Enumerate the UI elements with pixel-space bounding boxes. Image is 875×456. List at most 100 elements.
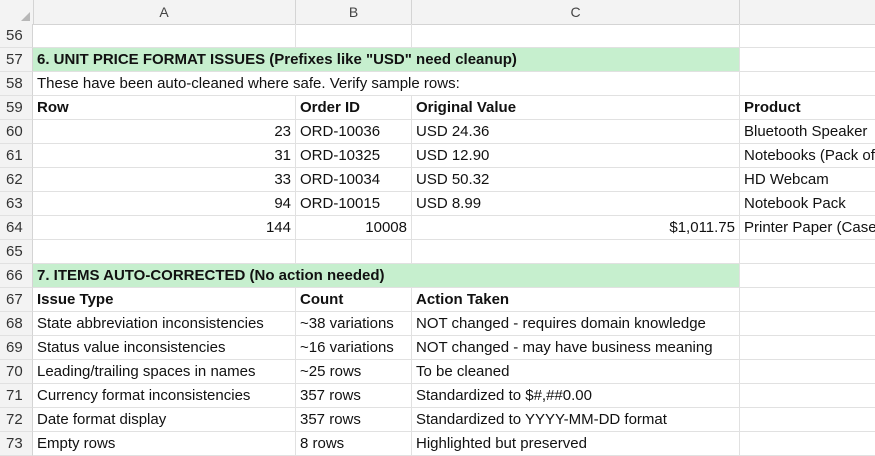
row-header[interactable]: 66 <box>0 264 33 288</box>
cell[interactable] <box>740 432 875 456</box>
select-all-triangle-icon <box>21 12 30 21</box>
cell[interactable] <box>740 288 875 312</box>
cell[interactable] <box>740 312 875 336</box>
cell[interactable] <box>740 48 875 72</box>
cell[interactable]: Notebook Pack <box>740 192 875 216</box>
cell[interactable]: Empty rows <box>33 432 296 456</box>
cell[interactable] <box>412 240 740 264</box>
cell[interactable]: State abbreviation inconsistencies <box>33 312 296 336</box>
cell[interactable]: 357 rows <box>296 384 412 408</box>
table-header-cell[interactable]: Product <box>740 96 875 120</box>
sheet-row: 59 Row Order ID Original Value Product <box>0 96 875 120</box>
row-header[interactable]: 64 <box>0 216 33 240</box>
row-header[interactable]: 56 <box>0 24 33 48</box>
row-header[interactable]: 73 <box>0 432 33 456</box>
cell[interactable] <box>740 384 875 408</box>
cell[interactable]: ~25 rows <box>296 360 412 384</box>
cell[interactable] <box>33 240 296 264</box>
row-header[interactable]: 59 <box>0 96 33 120</box>
cell[interactable]: 33 <box>33 168 296 192</box>
table-header-cell[interactable]: Original Value <box>412 96 740 120</box>
cell[interactable]: ~16 variations <box>296 336 412 360</box>
row-header[interactable]: 68 <box>0 312 33 336</box>
row-header[interactable]: 70 <box>0 360 33 384</box>
row-header[interactable]: 60 <box>0 120 33 144</box>
cell[interactable]: 94 <box>33 192 296 216</box>
cell[interactable]: Currency format inconsistencies <box>33 384 296 408</box>
sheet-row: 62 33 ORD-10034 USD 50.32 HD Webcam <box>0 168 875 192</box>
cell[interactable] <box>740 264 875 288</box>
cell[interactable]: 23 <box>33 120 296 144</box>
cell[interactable] <box>33 24 296 48</box>
sheet-row: 68 State abbreviation inconsistencies ~3… <box>0 312 875 336</box>
sheet-row: 60 23 ORD-10036 USD 24.36 Bluetooth Spea… <box>0 120 875 144</box>
cell[interactable]: Printer Paper (Case <box>740 216 875 240</box>
select-all-button[interactable] <box>0 0 34 24</box>
sheet-row: 61 31 ORD-10325 USD 12.90 Notebooks (Pac… <box>0 144 875 168</box>
cell[interactable] <box>740 408 875 432</box>
sheet-row: 67 Issue Type Count Action Taken <box>0 288 875 312</box>
row-header[interactable]: 67 <box>0 288 33 312</box>
column-header-c[interactable]: C <box>412 0 740 24</box>
cell[interactable]: USD 12.90 <box>412 144 740 168</box>
cell[interactable]: Standardized to $#,##0.00 <box>412 384 740 408</box>
column-header-row: A B C <box>0 0 875 25</box>
sheet-row: 56 <box>0 24 875 48</box>
cell[interactable]: USD 50.32 <box>412 168 740 192</box>
cell[interactable]: ORD-10325 <box>296 144 412 168</box>
cell[interactable]: 10008 <box>296 216 412 240</box>
sheet-row: 70 Leading/trailing spaces in names ~25 … <box>0 360 875 384</box>
sheet-row: 63 94 ORD-10015 USD 8.99 Notebook Pack <box>0 192 875 216</box>
cell[interactable]: 31 <box>33 144 296 168</box>
cell[interactable]: Highlighted but preserved <box>412 432 740 456</box>
cell[interactable] <box>412 24 740 48</box>
cell[interactable]: $1,011.75 <box>412 216 740 240</box>
cell[interactable] <box>740 240 875 264</box>
cell[interactable]: 8 rows <box>296 432 412 456</box>
column-header-d[interactable] <box>740 0 875 24</box>
cell[interactable]: USD 24.36 <box>412 120 740 144</box>
cell[interactable]: USD 8.99 <box>412 192 740 216</box>
section-header-cell[interactable]: 7. ITEMS AUTO-CORRECTED (No action neede… <box>33 264 740 288</box>
cell[interactable]: ORD-10034 <box>296 168 412 192</box>
table-header-cell[interactable]: Row <box>33 96 296 120</box>
column-header-b[interactable]: B <box>296 0 412 24</box>
column-header-a[interactable]: A <box>33 0 296 24</box>
row-header[interactable]: 69 <box>0 336 33 360</box>
note-cell[interactable]: These have been auto-cleaned where safe.… <box>33 72 740 96</box>
cell[interactable] <box>296 240 412 264</box>
row-header[interactable]: 71 <box>0 384 33 408</box>
cell[interactable] <box>296 24 412 48</box>
cell[interactable]: 357 rows <box>296 408 412 432</box>
cell[interactable] <box>740 360 875 384</box>
cell[interactable]: NOT changed - may have business meaning <box>412 336 740 360</box>
row-header[interactable]: 58 <box>0 72 33 96</box>
section-header-cell[interactable]: 6. UNIT PRICE FORMAT ISSUES (Prefixes li… <box>33 48 740 72</box>
row-header[interactable]: 72 <box>0 408 33 432</box>
cell[interactable]: 144 <box>33 216 296 240</box>
cell[interactable]: To be cleaned <box>412 360 740 384</box>
cell[interactable]: Leading/trailing spaces in names <box>33 360 296 384</box>
cell[interactable]: Status value inconsistencies <box>33 336 296 360</box>
table-header-cell[interactable]: Order ID <box>296 96 412 120</box>
table-header-cell[interactable]: Issue Type <box>33 288 296 312</box>
row-header[interactable]: 57 <box>0 48 33 72</box>
cell[interactable]: Date format display <box>33 408 296 432</box>
row-header[interactable]: 61 <box>0 144 33 168</box>
row-header[interactable]: 63 <box>0 192 33 216</box>
cell[interactable] <box>740 72 875 96</box>
row-header[interactable]: 65 <box>0 240 33 264</box>
row-header[interactable]: 62 <box>0 168 33 192</box>
cell[interactable] <box>740 24 875 48</box>
table-header-cell[interactable]: Count <box>296 288 412 312</box>
cell[interactable]: ORD-10036 <box>296 120 412 144</box>
cell[interactable]: ~38 variations <box>296 312 412 336</box>
cell[interactable]: ORD-10015 <box>296 192 412 216</box>
cell[interactable]: HD Webcam <box>740 168 875 192</box>
cell[interactable]: NOT changed - requires domain knowledge <box>412 312 740 336</box>
cell[interactable]: Standardized to YYYY-MM-DD format <box>412 408 740 432</box>
cell[interactable] <box>740 336 875 360</box>
cell[interactable]: Bluetooth Speaker <box>740 120 875 144</box>
cell[interactable]: Notebooks (Pack of <box>740 144 875 168</box>
table-header-cell[interactable]: Action Taken <box>412 288 740 312</box>
